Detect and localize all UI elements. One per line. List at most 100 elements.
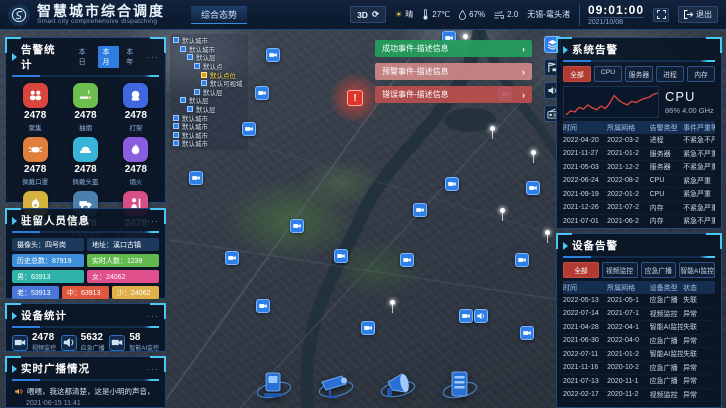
more-menu-icon[interactable]: ···	[147, 52, 159, 62]
table-row[interactable]: 2022-04-202022-03-2进程不紧急不严重	[563, 134, 715, 148]
table-row[interactable]: 2021-12-262021-07-2内存不紧急严重	[563, 202, 715, 216]
mask-icon	[23, 137, 48, 162]
table-row[interactable]: 2021-11-162020-10-2应急广播异常	[563, 362, 715, 376]
camera-marker[interactable]	[334, 249, 348, 263]
camera-marker[interactable]	[189, 171, 203, 185]
filter-tab[interactable]: 全部	[563, 262, 599, 278]
fullscreen-button[interactable]	[653, 8, 669, 22]
camera-marker[interactable]	[266, 48, 280, 62]
server-tool-button[interactable]	[438, 367, 482, 407]
alarm-stat-item[interactable]: 2478抽烟	[60, 83, 110, 132]
alarm-stat-item[interactable]: 2478聚集	[10, 83, 60, 132]
camera-marker[interactable]	[225, 251, 239, 265]
personnel-stat-pill: 历史总数：87919	[12, 254, 84, 267]
column-header: 告警类型	[650, 123, 683, 133]
megaphone-tool-button[interactable]	[376, 367, 420, 407]
camera-marker[interactable]	[515, 253, 529, 267]
poi-dot[interactable]	[463, 34, 468, 39]
weather-condition: ☀ 晴	[395, 9, 413, 20]
3d-mode-button[interactable]: 3D ⟳	[350, 6, 386, 23]
table-row[interactable]: 2022-05-132021-05-1应急广播失联	[563, 294, 715, 308]
column-header: 时间	[563, 123, 607, 133]
table-row[interactable]: 2021-07-132020-11-1应急广播异常	[563, 375, 715, 389]
speaker-marker[interactable]	[474, 309, 488, 323]
kiosk-icon	[254, 368, 294, 406]
alarm-stat-value: 2478	[24, 164, 46, 175]
camera-marker[interactable]	[413, 203, 427, 217]
alarm-stat-item[interactable]: 2478佩戴口罩	[10, 137, 60, 186]
filter-tab[interactable]: 服务器	[625, 66, 653, 82]
kiosk-tool-button[interactable]	[252, 367, 296, 407]
layer-icon	[201, 80, 207, 86]
camera-marker[interactable]	[445, 177, 459, 191]
table-row[interactable]: 2021-09-192022-01-2CPU紧急严重	[563, 188, 715, 202]
table-cell: 2022-07-14	[563, 310, 607, 317]
table-row[interactable]: 2022-07-112021-01-2智能AI监控失联	[563, 348, 715, 362]
more-menu-icon[interactable]: ···	[147, 216, 159, 226]
fullscreen-icon	[657, 10, 666, 19]
table-row[interactable]: 2021-06-302022-04-0应急广播异常	[563, 335, 715, 349]
cpu-label: CPU	[665, 89, 714, 104]
device-stat-value: 58	[129, 333, 159, 343]
device-stat-item[interactable]: 5632应急广播	[61, 333, 105, 352]
cpu-value: 86% 4.00 GHz	[665, 106, 714, 115]
alarm-period-tab[interactable]: 本年	[122, 46, 143, 68]
camera-marker[interactable]	[361, 321, 375, 335]
panel-broadcast: 实时广播情况 ··· 喂喂，我这都清楚，这是小明的声音， 2021-06-15 …	[5, 356, 166, 408]
event-banner[interactable]: 错误事件-描述信息›	[375, 86, 532, 103]
table-cell: 2021-05-1	[607, 297, 650, 304]
cctv-tool-button[interactable]	[314, 367, 358, 407]
table-row[interactable]: 2022-07-142021-07-1视频监控异常	[563, 308, 715, 322]
alarm-marker[interactable]: !	[347, 90, 363, 106]
camera-marker[interactable]	[290, 219, 304, 233]
table-row[interactable]: 2021-05-032021-12-2服务器不紧急严重	[563, 161, 715, 175]
poi-dot[interactable]	[500, 208, 505, 213]
table-cell: 2021-11-16	[563, 364, 607, 371]
table-cell: 2021-12-26	[563, 204, 607, 211]
poi-dot[interactable]	[490, 126, 495, 131]
event-banner[interactable]: 成功事件-描述信息›	[375, 40, 532, 57]
table-row[interactable]: 2022-02-172020-11-2视频监控异常	[563, 389, 715, 403]
camera-marker[interactable]	[526, 181, 540, 195]
filter-tab[interactable]: CPU	[594, 66, 622, 82]
filter-tab[interactable]: 智能AI监控	[679, 262, 715, 278]
more-menu-icon[interactable]: ···	[147, 311, 159, 321]
alarm-stat-label: 抽烟	[79, 122, 92, 132]
filter-tab[interactable]: 全部	[563, 66, 591, 82]
more-menu-icon[interactable]: ···	[147, 364, 159, 374]
alarm-stat-item[interactable]: 2478打架	[111, 83, 161, 132]
poi-dot[interactable]	[545, 230, 550, 235]
camera-marker[interactable]	[400, 253, 414, 267]
poi-dot[interactable]	[531, 150, 536, 155]
camera-marker[interactable]	[520, 326, 534, 340]
table-row[interactable]: 2021-11-272021-01-2服务器紧急不严重	[563, 148, 715, 162]
alarm-stat-value: 2478	[125, 110, 147, 121]
table-row[interactable]: 2021-07-012021-06-2内存紧急不严重	[563, 215, 715, 229]
device-stat-item[interactable]: 2478视频监控	[12, 333, 56, 352]
camera-marker[interactable]	[459, 309, 473, 323]
device-stat-item[interactable]: 58智能AI监控	[109, 333, 159, 352]
layer-tree-item[interactable]: 默认城市	[173, 139, 245, 148]
filter-tab[interactable]: 内存	[687, 66, 715, 82]
droplet-icon	[459, 10, 466, 20]
camera-marker[interactable]	[242, 122, 256, 136]
tab-overview[interactable]: 综合态势	[191, 6, 247, 24]
camera-marker[interactable]	[255, 86, 269, 100]
filter-tab[interactable]: 进程	[656, 66, 684, 82]
filter-tab[interactable]: 应急广播	[641, 262, 677, 278]
alarm-period-tab[interactable]: 本月	[98, 46, 119, 68]
table-cell: 2020-11-2	[607, 391, 650, 398]
event-banner[interactable]: 预警事件-描述信息›	[375, 63, 532, 80]
layer-tree-item[interactable]: 默认层	[173, 88, 245, 97]
poi-dot[interactable]	[390, 300, 395, 305]
panel-title: 实时广播情况	[21, 361, 90, 376]
camera-marker[interactable]	[256, 299, 270, 313]
logout-button[interactable]: 退出	[678, 6, 718, 23]
alarm-stat-item[interactable]: 2478烟火	[111, 137, 161, 186]
filter-tab[interactable]: 视频监控	[602, 262, 638, 278]
table-row[interactable]: 2021-04-282022-04-1智能AI监控失联	[563, 321, 715, 335]
panel-arrow-icon	[12, 53, 17, 61]
alarm-stat-item[interactable]: 2478佩戴头盔	[60, 137, 110, 186]
alarm-period-tab[interactable]: 本日	[75, 46, 96, 68]
table-row[interactable]: 2022-06-242022-08-2CPU紧急严重	[563, 175, 715, 189]
